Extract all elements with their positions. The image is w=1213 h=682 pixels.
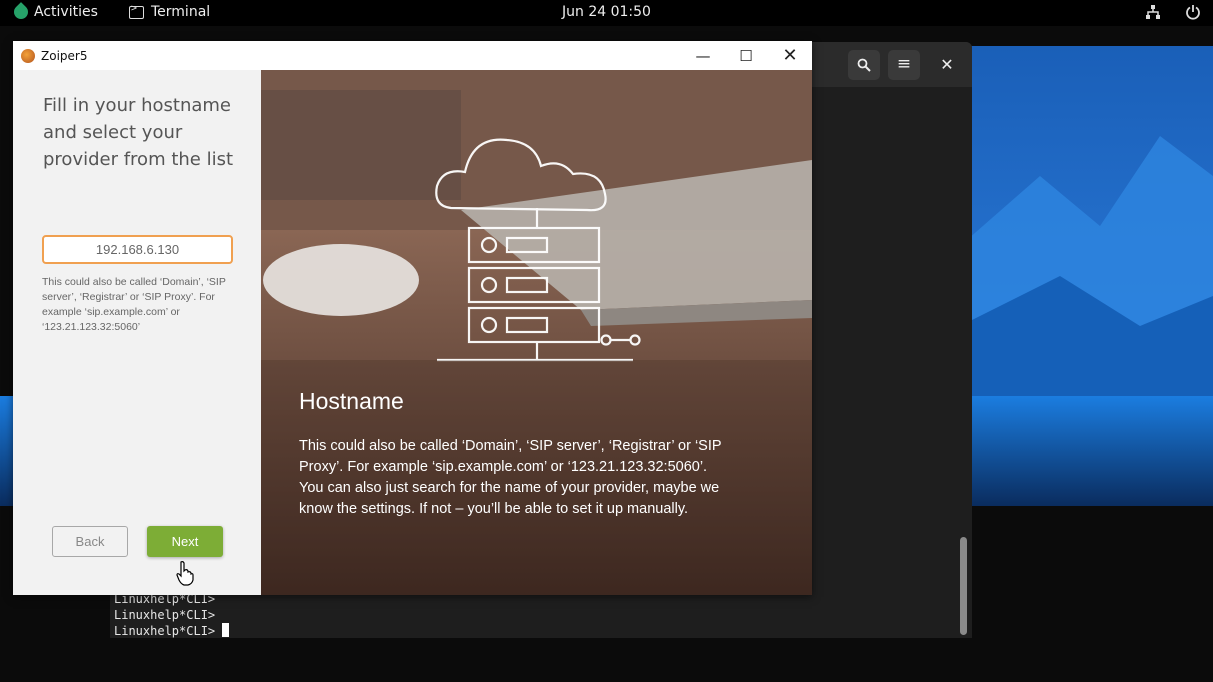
close-icon[interactable]: ✕: [936, 54, 958, 76]
app-menu-button[interactable]: Terminal: [129, 3, 211, 20]
clock-button[interactable]: Jun 24 01:50: [562, 4, 651, 20]
terminal-output[interactable]: Linuxhelp*CLI> Linuxhelp*CLI> Linuxhelp*…: [114, 591, 230, 639]
terminal-prompt: Linuxhelp*CLI>: [114, 624, 223, 638]
wizard-heading: Fill in your hostname and select your pr…: [43, 95, 234, 170]
mouse-pointer-icon: [176, 561, 194, 586]
activities-logo-icon: [11, 2, 31, 22]
info-description: This could also be called ‘Domain’, ‘SIP…: [299, 436, 729, 520]
window-title: Zoiper5: [41, 49, 88, 63]
info-paragraph: This could also be called ‘Domain’, ‘SIP…: [299, 438, 722, 475]
terminal-line: Linuxhelp*CLI>: [114, 608, 216, 622]
close-window-button[interactable]: ✕: [770, 44, 810, 68]
zoiper-window[interactable]: Zoiper5 — ☐ ✕ Fill in your hostname and …: [13, 41, 812, 595]
gnome-top-bar: Activities Terminal Jun 24 01:50: [0, 0, 1213, 26]
system-tray[interactable]: [1145, 4, 1201, 20]
info-panel: Hostname This could also be called ‘Doma…: [261, 70, 812, 595]
info-title: Hostname: [299, 388, 404, 414]
terminal-icon: [129, 3, 144, 19]
zoiper-logo-icon: [21, 49, 35, 63]
minimize-button[interactable]: —: [683, 44, 723, 68]
hamburger-menu-icon[interactable]: ≡: [888, 50, 920, 80]
activities-button[interactable]: Activities: [11, 2, 98, 22]
zoiper-titlebar[interactable]: Zoiper5 — ☐ ✕: [13, 41, 812, 70]
next-button[interactable]: Next: [147, 526, 223, 557]
back-button[interactable]: Back: [52, 526, 128, 557]
activities-label: Activities: [34, 4, 98, 20]
power-icon[interactable]: [1185, 4, 1201, 20]
network-icon[interactable]: [1145, 4, 1161, 20]
app-menu-label: Terminal: [151, 4, 211, 20]
terminal-prompt-line: Linuxhelp*CLI>: [114, 623, 230, 639]
maximize-button[interactable]: ☐: [726, 44, 766, 68]
hostname-help-text: This could also be called ‘Domain’, ‘SIP…: [42, 276, 226, 333]
wizard-form-panel: Fill in your hostname and select your pr…: [13, 70, 261, 595]
hostname-input[interactable]: [42, 235, 233, 264]
info-paragraph: You can also just search for the name of…: [299, 480, 720, 517]
search-icon[interactable]: [848, 50, 880, 80]
terminal-scrollbar[interactable]: [960, 537, 967, 635]
text-cursor: [222, 623, 230, 637]
